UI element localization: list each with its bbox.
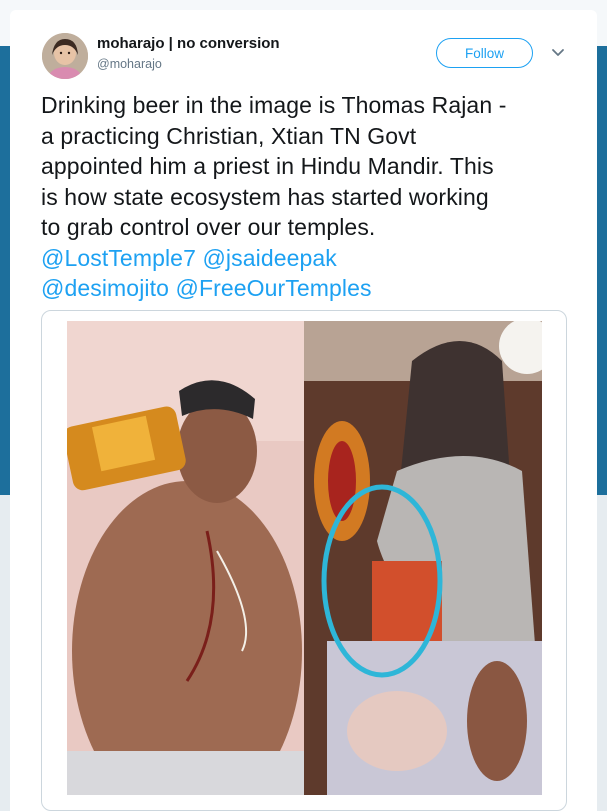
- tweet-text-line: appointed him a priest in Hindu Mandir. …: [41, 153, 494, 179]
- avatar-photo: [42, 33, 88, 79]
- tweet-media[interactable]: [41, 310, 567, 811]
- mention-link[interactable]: @jsaideepak: [202, 245, 336, 271]
- collage-photo: [67, 321, 542, 795]
- tweet-text-line: a practicing Christian, Xtian TN Govt: [41, 122, 417, 149]
- tweet-text-line: is how state ecosystem has started worki…: [41, 183, 489, 210]
- avatar[interactable]: [42, 33, 88, 79]
- tweet-text-line: Drinking beer in the image is Thomas Raj…: [41, 92, 507, 118]
- mentions-line-1: @LostTemple7 @jsaideepak: [41, 243, 581, 274]
- chevron-down-icon[interactable]: [551, 48, 565, 58]
- tweet-text: Drinking beer in the image is Thomas Raj…: [41, 90, 581, 304]
- follow-button[interactable]: Follow: [436, 38, 533, 68]
- tweet-photo[interactable]: [67, 321, 542, 795]
- author-name[interactable]: moharajo | no conversion: [97, 35, 280, 52]
- mention-link[interactable]: @LostTemple7: [41, 245, 196, 271]
- mention-link[interactable]: @FreeOurTemples: [176, 275, 372, 301]
- author-handle[interactable]: @moharajo: [97, 57, 162, 71]
- tweet-card: moharajo | no conversion @moharajo Follo…: [10, 10, 597, 811]
- mentions-line-2: @desimojito @FreeOurTemples: [41, 273, 581, 304]
- mention-link[interactable]: @desimojito: [41, 275, 169, 301]
- tweet-text-line: to grab control over our temples.: [41, 214, 376, 240]
